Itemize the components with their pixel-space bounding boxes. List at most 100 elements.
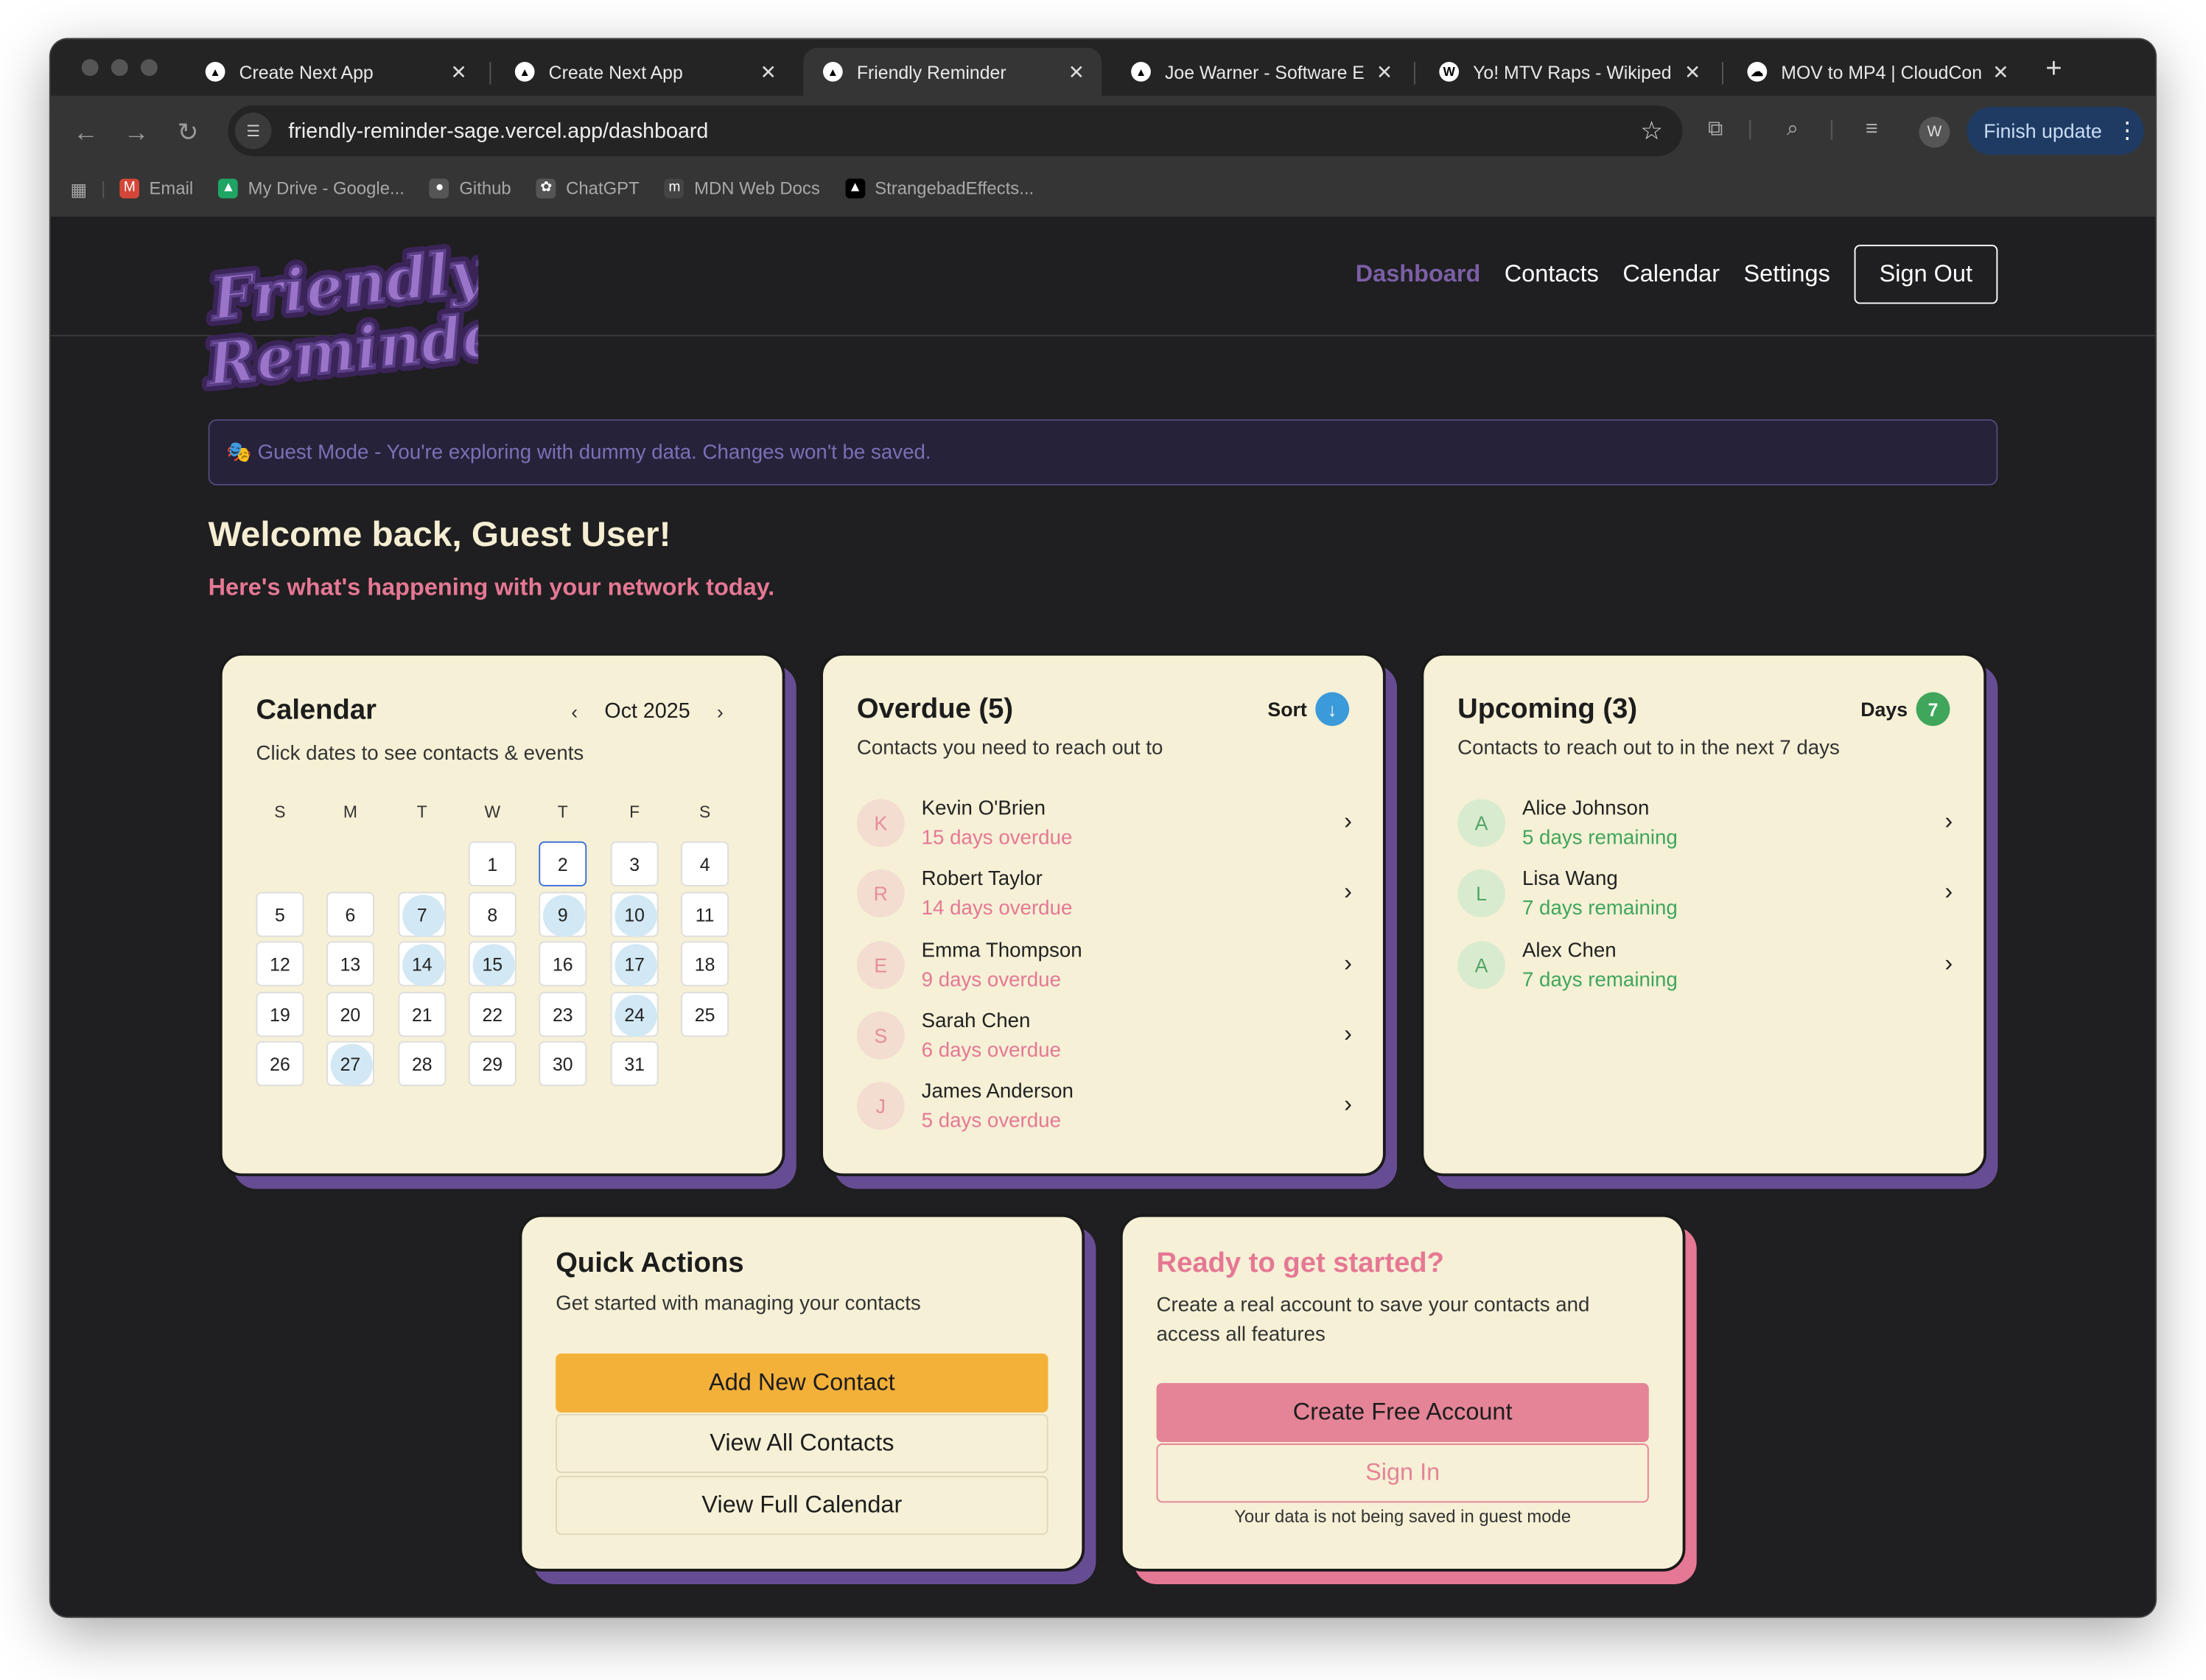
bookmark-star-icon[interactable]: ☆: [1640, 116, 1663, 146]
calendar-day[interactable]: 25: [681, 992, 729, 1037]
calendar-day[interactable]: 20: [326, 992, 374, 1037]
contact-row[interactable]: J James Anderson 5 days overdue ›: [856, 1077, 1352, 1138]
browser-tab[interactable]: W Yo! MTV Raps - Wikiped ✕: [1420, 48, 1718, 96]
calendar-day[interactable]: 16: [539, 941, 587, 987]
bookmark-item[interactable]: ● Github: [430, 178, 511, 199]
contact-row[interactable]: E Emma Thompson 9 days overdue ›: [856, 935, 1352, 997]
calendar-day[interactable]: 4: [681, 841, 729, 886]
nav-calendar[interactable]: Calendar: [1622, 260, 1720, 288]
calendar-day[interactable]: 7: [398, 892, 447, 937]
browser-tab[interactable]: ▲ Joe Warner - Software E ✕: [1111, 48, 1410, 96]
calendar-day[interactable]: 11: [681, 892, 729, 937]
bookmark-item[interactable]: m MDN Web Docs: [665, 178, 820, 199]
calendar-day[interactable]: 31: [610, 1040, 659, 1087]
bookmark-item[interactable]: M Email: [119, 178, 193, 199]
calendar-day[interactable]: 30: [539, 1040, 587, 1087]
calendar-day[interactable]: 24: [610, 992, 659, 1037]
browser-tab[interactable]: ▲ Create Next App ✕: [186, 48, 484, 96]
calendar-day[interactable]: 10: [610, 892, 659, 937]
bookmark-item[interactable]: ✿ ChatGPT: [536, 178, 640, 199]
close-tab-icon[interactable]: ✕: [1376, 60, 1393, 83]
apps-grid-icon[interactable]: ▦: [70, 178, 87, 199]
calendar-day[interactable]: 14: [398, 941, 447, 987]
chevron-right-icon[interactable]: ›: [1344, 949, 1352, 977]
view-calendar-button[interactable]: View Full Calendar: [556, 1475, 1048, 1536]
contact-row[interactable]: A Alex Chen 7 days remaining ›: [1457, 935, 1953, 997]
close-tab-icon[interactable]: ✕: [1068, 60, 1085, 83]
bookmark-item[interactable]: ▲ My Drive - Google...: [218, 178, 405, 199]
profile-avatar[interactable]: W: [1919, 116, 1950, 148]
close-tab-icon[interactable]: ✕: [1992, 60, 2009, 83]
browser-tab[interactable]: ☁ MOV to MP4 | CloudCon ✕: [1728, 48, 2026, 96]
contact-row[interactable]: K Kevin O'Brien 15 days overdue ›: [856, 794, 1352, 855]
media-control-icon[interactable]: ≡: [1866, 116, 1878, 140]
extensions-icon[interactable]: ⧉: [1708, 116, 1723, 140]
calendar-description: Click dates to see contacts & events: [256, 743, 584, 766]
calendar-day[interactable]: 29: [468, 1040, 517, 1087]
calendar-day[interactable]: 3: [610, 841, 659, 886]
close-tab-icon[interactable]: ✕: [760, 60, 777, 83]
minimize-window-button[interactable]: [111, 59, 128, 77]
calendar-day[interactable]: 17: [610, 941, 659, 987]
menu-dots-icon[interactable]: ⋮: [2116, 116, 2139, 144]
calendar-day[interactable]: 9: [539, 892, 587, 937]
create-account-button[interactable]: Create Free Account: [1156, 1382, 1649, 1443]
browser-tab[interactable]: ▲ Friendly Reminder ✕: [803, 47, 1102, 96]
friendly-reminder-logo[interactable]: Friendly Friendly Reminder Reminder: [197, 237, 478, 391]
contact-row[interactable]: R Robert Taylor 14 days overdue ›: [856, 864, 1352, 926]
calendar-day[interactable]: 22: [468, 992, 517, 1037]
site-settings-icon[interactable]: ☰: [234, 112, 272, 150]
chevron-right-icon[interactable]: ›: [1944, 878, 1953, 906]
calendar-day[interactable]: 12: [256, 941, 304, 987]
nav-dashboard[interactable]: Dashboard: [1356, 260, 1481, 288]
calendar-day[interactable]: 5: [256, 892, 304, 937]
calendar-day[interactable]: 18: [681, 941, 729, 987]
next-month-icon[interactable]: ›: [717, 700, 724, 723]
new-tab-button[interactable]: +: [2045, 54, 2062, 86]
calendar-day[interactable]: 15: [468, 941, 517, 987]
days-filter[interactable]: Days 7: [1860, 692, 1950, 727]
close-tab-icon[interactable]: ✕: [1684, 60, 1701, 83]
window-controls[interactable]: [81, 59, 158, 77]
calendar-day[interactable]: 6: [326, 892, 374, 937]
calendar-day[interactable]: 2: [539, 841, 587, 886]
chevron-right-icon[interactable]: ›: [1944, 949, 1953, 977]
sort-button[interactable]: Sort ↓: [1267, 692, 1350, 727]
chevron-right-icon[interactable]: ›: [1344, 1091, 1352, 1119]
calendar-day[interactable]: 26: [256, 1040, 304, 1087]
calendar-day[interactable]: 19: [256, 992, 304, 1037]
sign-out-button[interactable]: Sign Out: [1854, 245, 1998, 304]
url-text[interactable]: friendly-reminder-sage.vercel.app/dashbo…: [288, 119, 1640, 142]
contact-row[interactable]: L Lisa Wang 7 days remaining ›: [1457, 864, 1953, 926]
chevron-right-icon[interactable]: ›: [1944, 808, 1953, 836]
close-tab-icon[interactable]: ✕: [451, 60, 467, 83]
back-icon[interactable]: ←: [73, 118, 98, 147]
calendar-day[interactable]: 13: [326, 941, 374, 987]
calendar-day[interactable]: 1: [468, 841, 517, 886]
calendar-day[interactable]: 28: [398, 1040, 447, 1087]
contact-row[interactable]: S Sarah Chen 6 days overdue ›: [856, 1006, 1352, 1068]
nav-settings[interactable]: Settings: [1744, 260, 1830, 288]
sign-in-button[interactable]: Sign In: [1156, 1443, 1649, 1503]
chevron-right-icon[interactable]: ›: [1344, 808, 1352, 836]
calendar-day[interactable]: 8: [468, 892, 517, 937]
calendar-day[interactable]: 21: [398, 992, 447, 1037]
reload-icon[interactable]: ↻: [178, 118, 199, 147]
address-bar[interactable]: ☰ friendly-reminder-sage.vercel.app/dash…: [228, 105, 1683, 156]
browser-tab[interactable]: ▲ Create Next App ✕: [495, 48, 794, 96]
contact-row[interactable]: A Alice Johnson 5 days remaining ›: [1457, 794, 1953, 855]
finish-update-button[interactable]: Finish update ⋮: [1967, 107, 2144, 155]
prev-month-icon[interactable]: ‹: [571, 700, 578, 723]
zoom-window-button[interactable]: [140, 59, 158, 77]
view-contacts-button[interactable]: View All Contacts: [556, 1413, 1048, 1474]
chevron-right-icon[interactable]: ›: [1344, 878, 1352, 906]
calendar-day[interactable]: 27: [326, 1040, 374, 1087]
bookmark-item[interactable]: ▲ StrangebadEffects...: [845, 178, 1034, 199]
close-window-button[interactable]: [81, 59, 99, 77]
chevron-right-icon[interactable]: ›: [1344, 1020, 1352, 1048]
add-contact-button[interactable]: Add New Contact: [556, 1353, 1048, 1413]
calendar-day[interactable]: 23: [539, 992, 587, 1037]
tab-search-icon[interactable]: ⌕: [1787, 116, 1799, 140]
forward-icon[interactable]: →: [124, 118, 149, 147]
nav-contacts[interactable]: Contacts: [1505, 260, 1599, 288]
